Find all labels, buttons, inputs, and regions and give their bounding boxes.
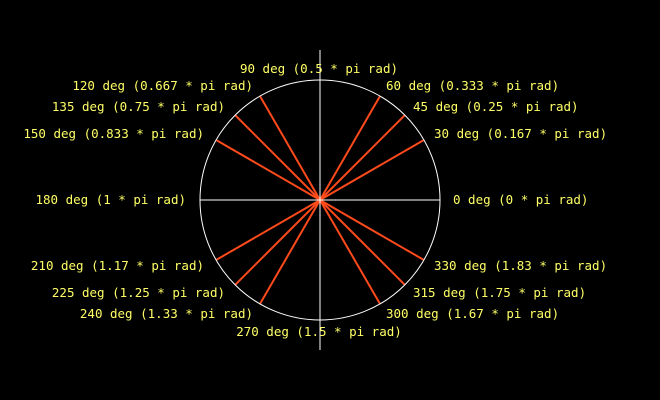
- angle-label-135-deg: 135 deg (0.75 * pi rad): [52, 99, 225, 114]
- angle-label-315-deg: 315 deg (1.75 * pi rad): [413, 285, 586, 300]
- unit-circle-svg: 0 deg (0 * pi rad) 30 deg (0.167 * pi rad…: [23, 50, 607, 350]
- angle-label-30-deg: 30 deg (0.167 * pi rad): [434, 126, 607, 141]
- angle-label-90-deg: 90 deg (0.5 * pi rad): [240, 61, 398, 76]
- angle-label-330-deg: 330 deg (1.83 * pi rad): [434, 258, 607, 273]
- angle-label-150-deg: 150 deg (0.833 * pi rad): [23, 126, 204, 141]
- angle-label-225-deg: 225 deg (1.25 * pi rad): [52, 285, 225, 300]
- unit-circle-diagram: 0 deg (0 * pi rad) 30 deg (0.167 * pi rad…: [0, 0, 660, 400]
- angle-label-45-deg: 45 deg (0.25 * pi rad): [413, 99, 579, 114]
- angle-label-210-deg: 210 deg (1.17 * pi rad): [31, 258, 204, 273]
- angle-label-270-deg: 270 deg (1.5 * pi rad): [236, 324, 402, 339]
- angle-label-180-deg: 180 deg (1 * pi rad): [35, 192, 186, 207]
- angle-label-300-deg: 300 deg (1.67 * pi rad): [386, 306, 559, 321]
- angle-label-240-deg: 240 deg (1.33 * pi rad): [80, 306, 253, 321]
- angle-label-0-deg: 0 deg (0 * pi rad): [453, 192, 588, 207]
- angle-label-60-deg: 60 deg (0.333 * pi rad): [386, 78, 559, 93]
- angle-label-120-deg: 120 deg (0.667 * pi rad): [72, 78, 253, 93]
